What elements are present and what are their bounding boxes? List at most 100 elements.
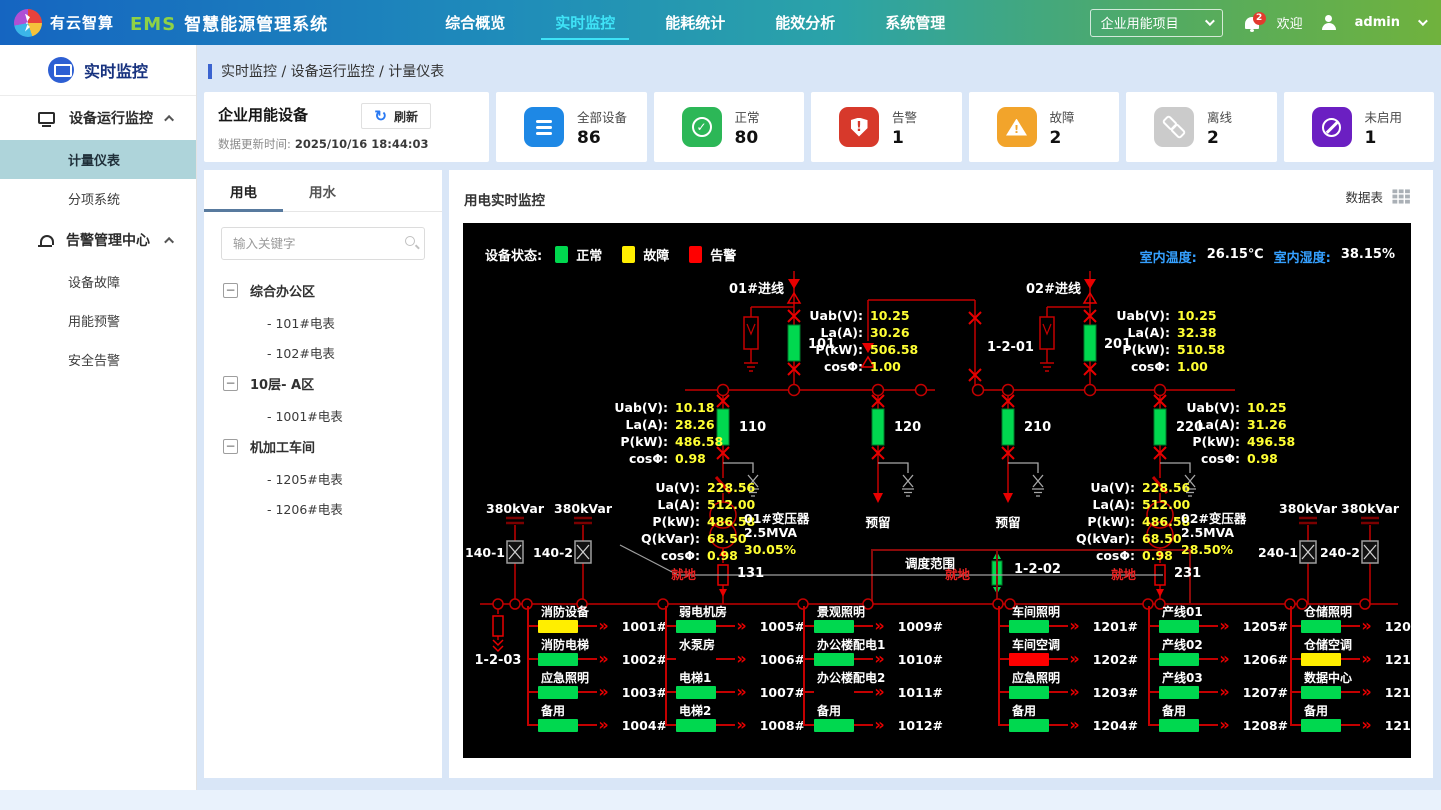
meas-label: La(A): (633, 496, 700, 513)
nav-item-consumption[interactable]: 能耗统计 (663, 1, 727, 44)
meas-label: Uab(V): (1183, 399, 1240, 416)
sidebar-group-device-monitor[interactable]: 设备运行监控 (0, 96, 196, 140)
feeder-breaker[interactable] (1159, 686, 1199, 699)
collapse-icon[interactable]: − (223, 439, 238, 454)
dispatch-range-label: 调度范围 (905, 553, 955, 572)
nav-item-overview[interactable]: 综合概览 (443, 1, 507, 44)
normal-icon (682, 107, 722, 147)
feeder-number: 1207# (1243, 685, 1288, 700)
feeder-breaker[interactable] (1009, 686, 1049, 699)
feeder-breaker[interactable] (814, 686, 854, 699)
feeder-breaker[interactable] (1301, 653, 1341, 666)
meas-label: Uab(V): (613, 399, 668, 416)
scada-panel: 用电实时监控 数据表 (449, 170, 1433, 778)
feeder-breaker[interactable] (1009, 719, 1049, 732)
transformer1-capacity: 2.5MVA (744, 525, 797, 540)
feeder-breaker[interactable] (676, 719, 716, 732)
feeder-breaker[interactable] (814, 653, 854, 666)
feeder-arrow-icon: » (1361, 620, 1371, 632)
meas-label: cosΦ: (633, 547, 700, 564)
feeder-breaker[interactable] (538, 653, 578, 666)
nav-item-realtime[interactable]: 实时监控 (553, 1, 617, 44)
meas-label: La(A): (1063, 496, 1135, 513)
stat-card: 离线 2 (1126, 92, 1277, 162)
feeder-breaker[interactable] (814, 719, 854, 732)
breaker-101[interactable] (788, 325, 800, 361)
feeder-breaker[interactable] (1009, 620, 1049, 633)
feeder-breaker[interactable] (1009, 653, 1049, 666)
feeder-name: 数据中心 (1304, 672, 1411, 685)
feeder-number: 1006# (760, 652, 805, 667)
tie-1-2-03-label: 1-2-03 (468, 653, 528, 668)
stat-label: 正常 (735, 107, 760, 126)
feeder-breaker[interactable] (676, 620, 716, 633)
feeder-breaker[interactable] (1159, 653, 1199, 666)
tree-item-meter[interactable]: - 1206#电表 (204, 493, 442, 523)
breaker-210[interactable] (1002, 409, 1014, 445)
meas-label: La(A): (1183, 416, 1240, 433)
nav-item-system[interactable]: 系统管理 (883, 1, 947, 44)
feeder-number: 1005# (760, 619, 805, 634)
tree-group-floor10[interactable]: − 10层- A区 (204, 367, 442, 400)
main-nav: 综合概览 实时监控 能耗统计 能效分析 系统管理 (443, 1, 947, 44)
update-time-value: 2025/10/16 18:44:03 (295, 137, 429, 151)
breaker-1-2-03[interactable] (493, 616, 503, 636)
feeder-number: 1009# (898, 619, 943, 634)
feeder-arrow-icon: » (1219, 719, 1229, 731)
incomer1-measurements: Uab(V):10.25La(A):30.26P(kW):506.58cosΦ:… (807, 307, 918, 375)
breaker-210-label: 210 (1024, 420, 1051, 435)
feeder-breaker[interactable] (676, 653, 716, 666)
nav-item-efficiency[interactable]: 能效分析 (773, 1, 837, 44)
feeder-breaker[interactable] (538, 686, 578, 699)
sidebar-item-subsystem[interactable]: 分项系统 (0, 179, 196, 218)
feeder-breaker[interactable] (814, 620, 854, 633)
refresh-button[interactable]: ↻ 刷新 (361, 103, 431, 129)
sidebar-item-energy-warning[interactable]: 用能预警 (0, 301, 196, 340)
feeder-column: 弱电机房 »1005# 水泵房 »1006# 电梯1 »1007# 电梯2 »1… (665, 606, 805, 738)
notifications-button[interactable]: 2 (1245, 17, 1259, 29)
scada-panel-title: 用电实时监控 (464, 189, 545, 209)
tree-item-meter[interactable]: - 101#电表 (204, 307, 442, 337)
sidebar-item-metering[interactable]: 计量仪表 (0, 140, 196, 179)
tree-group-workshop[interactable]: − 机加工车间 (204, 430, 442, 463)
username[interactable]: admin (1355, 15, 1400, 30)
reserved-label: 预留 (848, 512, 908, 531)
project-selector[interactable]: 企业用能项目 (1090, 9, 1223, 37)
feeder-item: 应急照明 »1003# (527, 672, 667, 705)
tree-item-meter[interactable]: - 1001#电表 (204, 400, 442, 430)
tree-item-meter[interactable]: - 1205#电表 (204, 463, 442, 493)
datatable-button[interactable]: 数据表 (1345, 187, 1411, 206)
feeder-breaker[interactable] (538, 620, 578, 633)
feeder-breaker[interactable] (1159, 719, 1199, 732)
feeder-breaker[interactable] (1159, 620, 1199, 633)
meas-label: cosΦ: (1183, 450, 1240, 467)
tree-group-office[interactable]: − 综合办公区 (204, 274, 442, 307)
breaker-120[interactable] (872, 409, 884, 445)
sidebar-group-alarm-center[interactable]: 告警管理中心 (0, 218, 196, 262)
feeder-breaker[interactable] (538, 719, 578, 732)
sidebar-item-safety-alarm[interactable]: 安全告警 (0, 340, 196, 379)
breaker-220[interactable] (1154, 409, 1166, 445)
feeder-breaker[interactable] (1301, 719, 1341, 732)
feeder-name: 备用 (1304, 705, 1411, 718)
tab-water[interactable]: 用水 (283, 170, 362, 211)
feeder-breaker[interactable] (1301, 686, 1341, 699)
stat-card: 故障 2 (969, 92, 1120, 162)
chevron-up-icon (164, 236, 174, 246)
sidebar-item-device-fault[interactable]: 设备故障 (0, 262, 196, 301)
breaker-201[interactable] (1084, 325, 1096, 361)
feeder-breaker[interactable] (1301, 620, 1341, 633)
tree-item-meter[interactable]: - 102#电表 (204, 337, 442, 367)
user-menu-chevron-icon[interactable] (1418, 16, 1428, 26)
feeder-item: 备用 »1208# (1148, 705, 1288, 738)
search-input[interactable] (221, 227, 425, 260)
capacitor-rating-label: 380kVar (1276, 501, 1340, 516)
brand-abbr: EMS (130, 14, 176, 35)
tab-electricity[interactable]: 用电 (204, 170, 283, 211)
tree-group-label: 综合办公区 (250, 281, 315, 300)
stat-label: 未启用 (1365, 107, 1403, 126)
collapse-icon[interactable]: − (223, 376, 238, 391)
collapse-icon[interactable]: − (223, 283, 238, 298)
feeder-item: 消防设备 »1001# (527, 606, 667, 639)
feeder-breaker[interactable] (676, 686, 716, 699)
